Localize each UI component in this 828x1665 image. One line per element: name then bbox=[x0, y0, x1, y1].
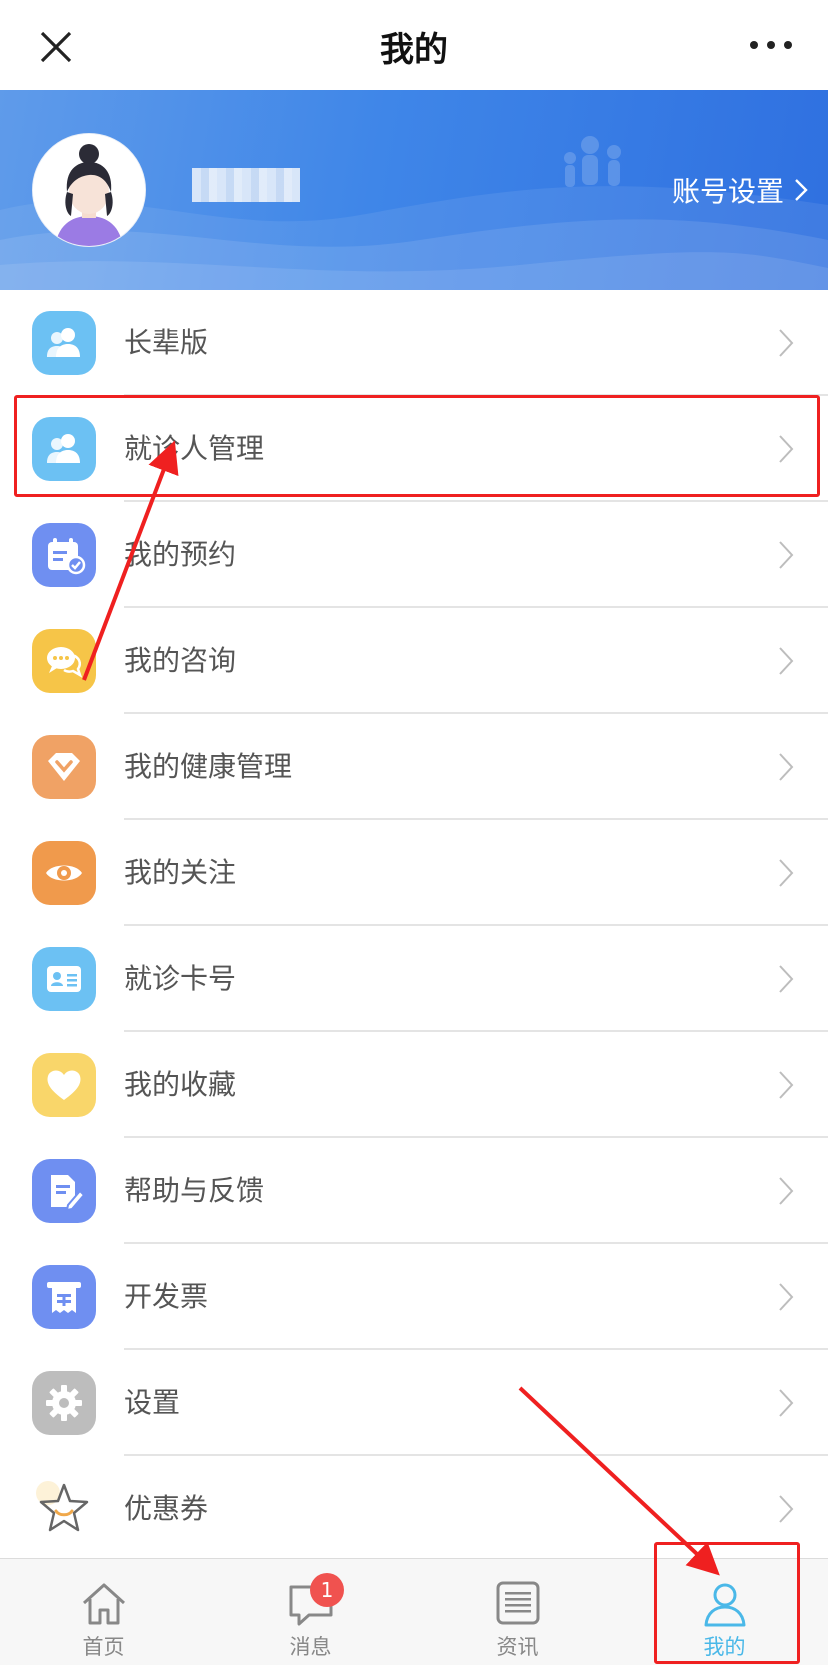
home-icon bbox=[82, 1583, 126, 1625]
tab-news[interactable]: 资讯 bbox=[414, 1559, 621, 1665]
navbar: 我的 bbox=[0, 0, 828, 91]
menu-item-invoice[interactable]: 开发票 bbox=[0, 1244, 828, 1350]
menu-item-label: 设置 bbox=[124, 1386, 181, 1419]
chevron-right-icon bbox=[779, 1495, 794, 1523]
tab-bar: 首页 消息 1 资讯 我的 bbox=[0, 1558, 828, 1665]
menu-item-label: 优惠券 bbox=[124, 1492, 209, 1525]
menu-item-settings[interactable]: 设置 bbox=[0, 1350, 828, 1456]
menu-item-label: 我的健康管理 bbox=[124, 750, 293, 783]
chevron-right-icon bbox=[779, 1071, 794, 1099]
page-title: 我的 bbox=[380, 30, 448, 70]
id-card-icon bbox=[32, 947, 96, 1011]
calendar-check-icon bbox=[32, 523, 96, 587]
edit-doc-icon bbox=[32, 1159, 96, 1223]
heart-icon bbox=[32, 1053, 96, 1117]
account-settings-label: 账号设置 bbox=[671, 175, 784, 208]
users-icon bbox=[32, 311, 96, 375]
tab-label: 我的 bbox=[703, 1635, 746, 1659]
menu-item-label: 帮助与反馈 bbox=[124, 1174, 265, 1207]
person-icon bbox=[704, 1583, 746, 1627]
menu-item-patient-management[interactable]: 就诊人管理 bbox=[0, 396, 828, 502]
menu-item-label: 我的收藏 bbox=[124, 1068, 237, 1101]
invoice-icon bbox=[32, 1265, 96, 1329]
chevron-right-icon bbox=[779, 965, 794, 993]
menu-item-favorites[interactable]: 我的收藏 bbox=[0, 1032, 828, 1138]
menu-item-following[interactable]: 我的关注 bbox=[0, 820, 828, 926]
menu-item-help-feedback[interactable]: 帮助与反馈 bbox=[0, 1138, 828, 1244]
menu-item-health-management[interactable]: 我的健康管理 bbox=[0, 714, 828, 820]
users-icon bbox=[32, 417, 96, 481]
tab-label: 资讯 bbox=[496, 1635, 539, 1659]
username-blurred bbox=[192, 168, 300, 202]
chevron-right-icon bbox=[779, 329, 794, 357]
chevron-right-icon bbox=[779, 1283, 794, 1311]
menu-list: 长辈版 就诊人管理 我的预约 我的咨询 我的健康管理 我的关注 就诊卡号 我的收… bbox=[0, 290, 828, 1562]
chevron-right-icon bbox=[779, 1177, 794, 1205]
tab-label: 消息 bbox=[289, 1635, 332, 1659]
profile-banner: 账号设置 bbox=[0, 90, 828, 290]
tab-home[interactable]: 首页 bbox=[0, 1559, 207, 1665]
chat-bubble-icon bbox=[32, 629, 96, 693]
menu-item-elder-mode[interactable]: 长辈版 bbox=[0, 290, 828, 396]
unread-badge: 1 bbox=[310, 1573, 344, 1607]
avatar-illustration bbox=[33, 134, 145, 246]
chevron-right-icon bbox=[779, 753, 794, 781]
chevron-right-icon bbox=[795, 179, 808, 201]
menu-item-coupons[interactable]: 优惠券 bbox=[0, 1456, 828, 1562]
chevron-right-icon bbox=[779, 859, 794, 887]
more-icon[interactable] bbox=[748, 38, 794, 52]
tab-label: 首页 bbox=[82, 1635, 125, 1659]
menu-item-medical-card[interactable]: 就诊卡号 bbox=[0, 926, 828, 1032]
menu-item-label: 我的预约 bbox=[124, 538, 237, 571]
news-icon bbox=[496, 1581, 540, 1625]
chevron-right-icon bbox=[779, 647, 794, 675]
chevron-right-icon bbox=[779, 541, 794, 569]
menu-item-label: 就诊人管理 bbox=[124, 432, 265, 465]
tab-mine[interactable]: 我的 bbox=[621, 1559, 828, 1665]
menu-item-consultations[interactable]: 我的咨询 bbox=[0, 608, 828, 714]
star-icon bbox=[32, 1477, 96, 1541]
menu-item-label: 开发票 bbox=[124, 1280, 209, 1313]
menu-item-label: 就诊卡号 bbox=[124, 962, 237, 995]
eye-icon bbox=[32, 841, 96, 905]
diamond-check-icon bbox=[32, 735, 96, 799]
avatar[interactable] bbox=[32, 133, 146, 247]
menu-item-label: 长辈版 bbox=[124, 326, 209, 359]
chevron-right-icon bbox=[779, 1389, 794, 1417]
account-settings-link[interactable]: 账号设置 bbox=[672, 170, 808, 210]
gear-icon bbox=[32, 1371, 96, 1435]
menu-item-appointments[interactable]: 我的预约 bbox=[0, 502, 828, 608]
chevron-right-icon bbox=[779, 435, 794, 463]
menu-item-label: 我的咨询 bbox=[124, 644, 237, 677]
menu-item-label: 我的关注 bbox=[124, 856, 237, 889]
tab-messages[interactable]: 消息 bbox=[207, 1559, 414, 1665]
